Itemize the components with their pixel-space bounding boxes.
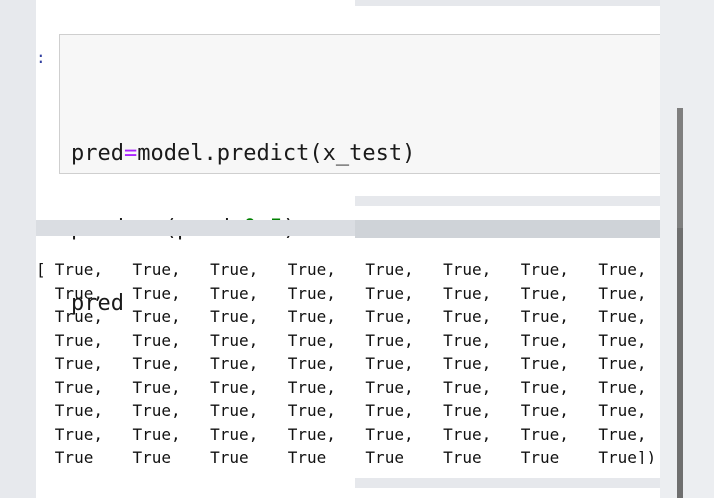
output-value: True, xyxy=(520,260,569,279)
output-value: True, xyxy=(132,330,181,350)
bottom-divider xyxy=(355,478,660,488)
output-value: True, xyxy=(210,401,259,420)
output-value: True, xyxy=(365,424,414,444)
output-value: True, xyxy=(287,377,336,397)
output-value: True, xyxy=(520,307,569,326)
output-row: True, True, True, True, True, True, True, True, xyxy=(36,282,676,306)
output-value: True, xyxy=(287,354,336,373)
output-value: True, xyxy=(443,354,492,373)
output-value: True, xyxy=(210,424,259,444)
output-value: True, xyxy=(520,330,569,350)
output-value: True, xyxy=(365,307,414,326)
output-value: True, xyxy=(443,283,492,303)
output-value: True, xyxy=(443,307,492,326)
output-row: True, True, True, True, True, True, True, True, xyxy=(36,305,676,329)
output-value: True, xyxy=(54,377,103,397)
output-value: True, xyxy=(210,260,259,279)
output-value: True, xyxy=(287,260,336,279)
output-value: True xyxy=(287,448,327,464)
right-panel xyxy=(660,0,714,498)
output-value: True, xyxy=(365,283,414,303)
output-value: True, xyxy=(365,354,414,373)
output-value: True, xyxy=(520,401,569,420)
output-value: True, xyxy=(54,401,103,420)
output-value: True, xyxy=(54,307,103,326)
output-value: True xyxy=(132,448,171,464)
row-indent xyxy=(36,282,55,306)
output-value: True, xyxy=(443,424,492,444)
output-value: True, xyxy=(54,330,103,350)
output-divider-shade xyxy=(355,220,685,238)
output-value: True, xyxy=(132,377,181,397)
output-value: True, xyxy=(287,307,336,326)
output-value: True xyxy=(210,448,249,464)
open-bracket: [ xyxy=(36,260,46,279)
left-gutter xyxy=(0,0,36,498)
output-row: True, True, True, True, True, True, True, True, xyxy=(36,423,676,447)
output-row: [True, True, True, True, True, True, True, True… xyxy=(36,258,676,282)
output-value: True, xyxy=(287,424,336,444)
output-value: True xyxy=(443,448,482,464)
output-value: True, xyxy=(365,330,414,350)
output-value: True, xyxy=(365,401,414,420)
output-value: True, xyxy=(443,401,492,420)
output-value: True, xyxy=(54,424,103,444)
output-value: True, xyxy=(132,354,181,373)
output-value: True, xyxy=(132,401,181,420)
output-value: True, xyxy=(443,330,492,350)
output-value: True, xyxy=(210,307,259,326)
output-value: True, xyxy=(210,377,259,397)
cell-divider xyxy=(355,196,660,206)
row-indent xyxy=(36,423,55,447)
output-row: True, True, True, True, True, True, True, True, xyxy=(36,352,676,376)
output-row: True, True, True, True, True, True, True, True, xyxy=(36,399,676,423)
output-value: True, xyxy=(54,260,103,279)
code-line-1: pred=model.predict(x_test) xyxy=(71,141,416,166)
output-value: True, xyxy=(210,283,259,303)
output-value: True, xyxy=(287,401,336,420)
output-value: True, xyxy=(365,377,414,397)
output-value: True, xyxy=(210,354,259,373)
output-value: True, xyxy=(520,354,569,373)
output-row: True True True True True True True True]) xyxy=(36,446,676,464)
output-value: True, xyxy=(132,260,181,279)
output-value: True, xyxy=(520,377,569,397)
row-indent xyxy=(36,399,55,423)
output-value: True, xyxy=(287,283,336,303)
output-value: True, xyxy=(520,424,569,444)
output-row: True, True, True, True, True, True, True, True, xyxy=(36,329,676,353)
output-value: True, xyxy=(54,354,103,373)
output-value: True xyxy=(54,448,94,464)
output-value: True xyxy=(520,448,560,464)
output-value: True, xyxy=(54,283,103,303)
output-value: True, xyxy=(210,330,259,350)
input-prompt: : xyxy=(36,48,46,67)
row-indent xyxy=(36,329,55,353)
code-cell[interactable]: pred=model.predict(x_test) pred = (pred>… xyxy=(59,34,660,316)
output-area: [ True, True, True, True, True, True, True, True… xyxy=(36,258,676,464)
output-value: True, xyxy=(443,377,492,397)
output-value: True, xyxy=(443,260,492,279)
top-divider xyxy=(355,0,660,6)
output-value: True, xyxy=(365,260,414,279)
output-value: True, xyxy=(132,424,181,444)
output-value: True, xyxy=(287,330,336,350)
row-indent xyxy=(36,352,55,376)
output-value: True, xyxy=(132,283,181,303)
scrollbar-thumb[interactable] xyxy=(677,228,683,498)
row-indent xyxy=(36,305,55,329)
output-value: True, xyxy=(520,283,569,303)
output-value: True xyxy=(365,448,404,464)
row-indent xyxy=(36,446,55,464)
row-indent xyxy=(36,376,55,400)
output-row: True, True, True, True, True, True, True, True, xyxy=(36,376,676,400)
output-value: True, xyxy=(132,307,181,326)
